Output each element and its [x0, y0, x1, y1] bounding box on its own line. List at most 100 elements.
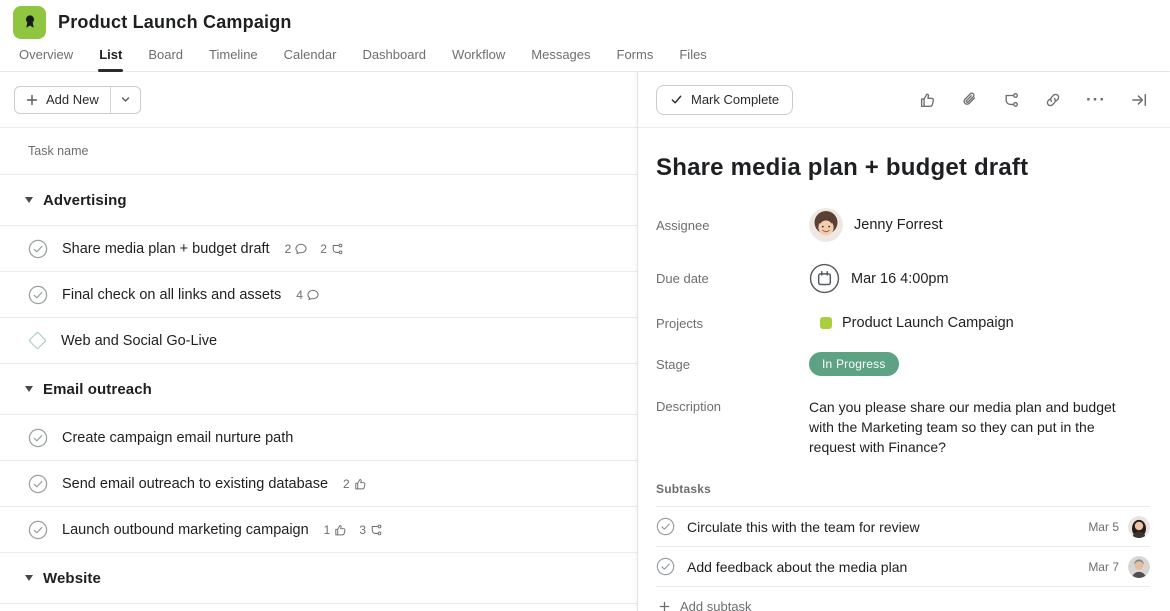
due-date-text: Mar 16 4:00pm — [851, 271, 949, 287]
thumbs-up-icon[interactable] — [918, 91, 936, 109]
main-area: Add New Task name Advertising — [0, 72, 1170, 611]
subtasks-icon[interactable] — [1002, 91, 1020, 109]
check-circle-icon[interactable] — [28, 285, 48, 305]
collapse-caret-icon[interactable] — [25, 386, 33, 392]
tab-calendar[interactable]: Calendar — [271, 47, 350, 71]
task-meta: 4 — [296, 288, 329, 302]
subtask-row[interactable]: Circulate this with the team for review … — [656, 507, 1150, 547]
add-subtask-button[interactable]: Add subtask — [656, 587, 1150, 611]
more-options-icon[interactable]: ··· — [1086, 91, 1106, 108]
calendar-icon — [809, 263, 840, 294]
project-header: Product Launch Campaign — [0, 0, 1170, 44]
thumbs-up-icon — [333, 523, 347, 537]
app-window: Product Launch Campaign Overview List Bo… — [0, 0, 1170, 611]
add-new-button[interactable]: Add New — [15, 87, 110, 113]
mark-complete-button[interactable]: Mark Complete — [656, 85, 793, 115]
project-icon[interactable] — [13, 6, 46, 39]
task-title: Launch outbound marketing campaign — [62, 522, 309, 538]
tab-board[interactable]: Board — [135, 47, 196, 71]
chevron-down-icon — [120, 94, 131, 105]
check-circle-icon[interactable] — [28, 520, 48, 540]
thumbs-up-icon — [353, 477, 367, 491]
link-icon[interactable] — [1044, 91, 1062, 109]
assignee-name: Jenny Forrest — [854, 217, 943, 233]
add-new-button-group: Add New — [14, 86, 141, 114]
comment-count-value: 4 — [296, 288, 303, 302]
assignee-field: Assignee Jenny Forrest — [656, 208, 1150, 242]
stage-value[interactable]: In Progress — [809, 352, 899, 376]
collapse-caret-icon[interactable] — [25, 197, 33, 203]
comment-icon — [294, 242, 308, 256]
section-name: Email outreach — [43, 381, 152, 398]
subtask-assignee-avatar[interactable] — [1128, 556, 1150, 578]
section-header-advertising[interactable]: Advertising — [0, 175, 637, 226]
check-circle-icon[interactable] — [656, 517, 675, 536]
task-row[interactable]: Launch outbound marketing campaign 1 3 — [0, 507, 637, 553]
add-new-label: Add New — [46, 92, 99, 107]
tab-files[interactable]: Files — [666, 47, 719, 71]
task-row[interactable]: Final check on all links and assets 4 — [0, 272, 637, 318]
tab-list[interactable]: List — [86, 47, 135, 71]
subtask-assignee-avatar[interactable] — [1128, 516, 1150, 538]
task-row[interactable]: Create campaign email nurture path — [0, 415, 637, 461]
add-new-dropdown-button[interactable] — [110, 87, 140, 113]
milestone-row[interactable]: Web and Social Go-Live — [0, 318, 637, 364]
detail-toolbar-icons: ··· — [918, 91, 1148, 109]
subtask-title: Add feedback about the media plan — [687, 559, 907, 575]
tab-dashboard[interactable]: Dashboard — [349, 47, 439, 71]
description-field: Description Can you please share our med… — [656, 397, 1150, 457]
assignee-value[interactable]: Jenny Forrest — [809, 208, 943, 242]
milestone-diamond-icon[interactable] — [28, 331, 46, 349]
description-text[interactable]: Can you please share our media plan and … — [809, 397, 1139, 457]
task-title: Create campaign email nurture path — [62, 430, 293, 446]
subtask-due-date: Mar 5 — [1088, 520, 1119, 534]
subtask-due-date: Mar 7 — [1088, 560, 1119, 574]
collapse-panel-icon[interactable] — [1130, 91, 1148, 109]
due-date-label: Due date — [656, 271, 809, 286]
status-badge[interactable]: In Progress — [809, 352, 899, 376]
due-date-value[interactable]: Mar 16 4:00pm — [809, 263, 949, 294]
tab-overview[interactable]: Overview — [6, 47, 86, 71]
task-row[interactable]: Share media plan + budget draft 2 2 — [0, 226, 637, 272]
like-count: 1 — [324, 523, 348, 537]
like-count-value: 2 — [343, 477, 350, 491]
tab-forms[interactable]: Forms — [604, 47, 667, 71]
task-detail-title[interactable]: Share media plan + budget draft — [656, 154, 1150, 182]
projects-value[interactable]: Product Launch Campaign — [809, 315, 1014, 331]
due-date-field: Due date Mar 16 4:00pm — [656, 263, 1150, 294]
task-title: Final check on all links and assets — [62, 287, 281, 303]
collapse-caret-icon[interactable] — [25, 575, 33, 581]
subtask-count-value: 3 — [359, 523, 366, 537]
detail-toolbar: Mark Complete ··· — [638, 72, 1170, 128]
subtask-count: 3 — [359, 523, 383, 537]
tab-messages[interactable]: Messages — [518, 47, 603, 71]
like-count-value: 1 — [324, 523, 331, 537]
check-circle-icon[interactable] — [28, 239, 48, 259]
tab-workflow[interactable]: Workflow — [439, 47, 518, 71]
subtask-row[interactable]: Add feedback about the media plan Mar 7 — [656, 547, 1150, 587]
project-color-dot — [820, 317, 832, 329]
task-detail-panel: Mark Complete ··· — [637, 72, 1170, 611]
detail-body: Share media plan + budget draft Assignee… — [638, 128, 1170, 611]
section-name: Website — [43, 570, 101, 587]
attachment-icon[interactable] — [960, 91, 978, 109]
subtasks-icon — [330, 242, 344, 256]
task-row[interactable]: Send email outreach to existing database… — [0, 461, 637, 507]
check-circle-icon[interactable] — [28, 428, 48, 448]
task-title: Send email outreach to existing database — [62, 476, 328, 492]
page-title: Product Launch Campaign — [58, 12, 292, 33]
tab-bar: Overview List Board Timeline Calendar Da… — [0, 44, 1170, 72]
comment-count: 4 — [296, 288, 320, 302]
section-header-website[interactable]: Website — [0, 553, 637, 604]
section-header-email-outreach[interactable]: Email outreach — [0, 364, 637, 415]
check-circle-icon[interactable] — [656, 557, 675, 576]
tab-timeline[interactable]: Timeline — [196, 47, 271, 71]
like-count: 2 — [343, 477, 367, 491]
add-subtask-label: Add subtask — [680, 599, 752, 611]
list-toolbar: Add New — [0, 72, 637, 128]
task-meta: 2 — [343, 477, 376, 491]
projects-label: Projects — [656, 316, 809, 331]
medal-icon — [20, 12, 40, 32]
check-circle-icon[interactable] — [28, 474, 48, 494]
stage-label: Stage — [656, 357, 809, 372]
